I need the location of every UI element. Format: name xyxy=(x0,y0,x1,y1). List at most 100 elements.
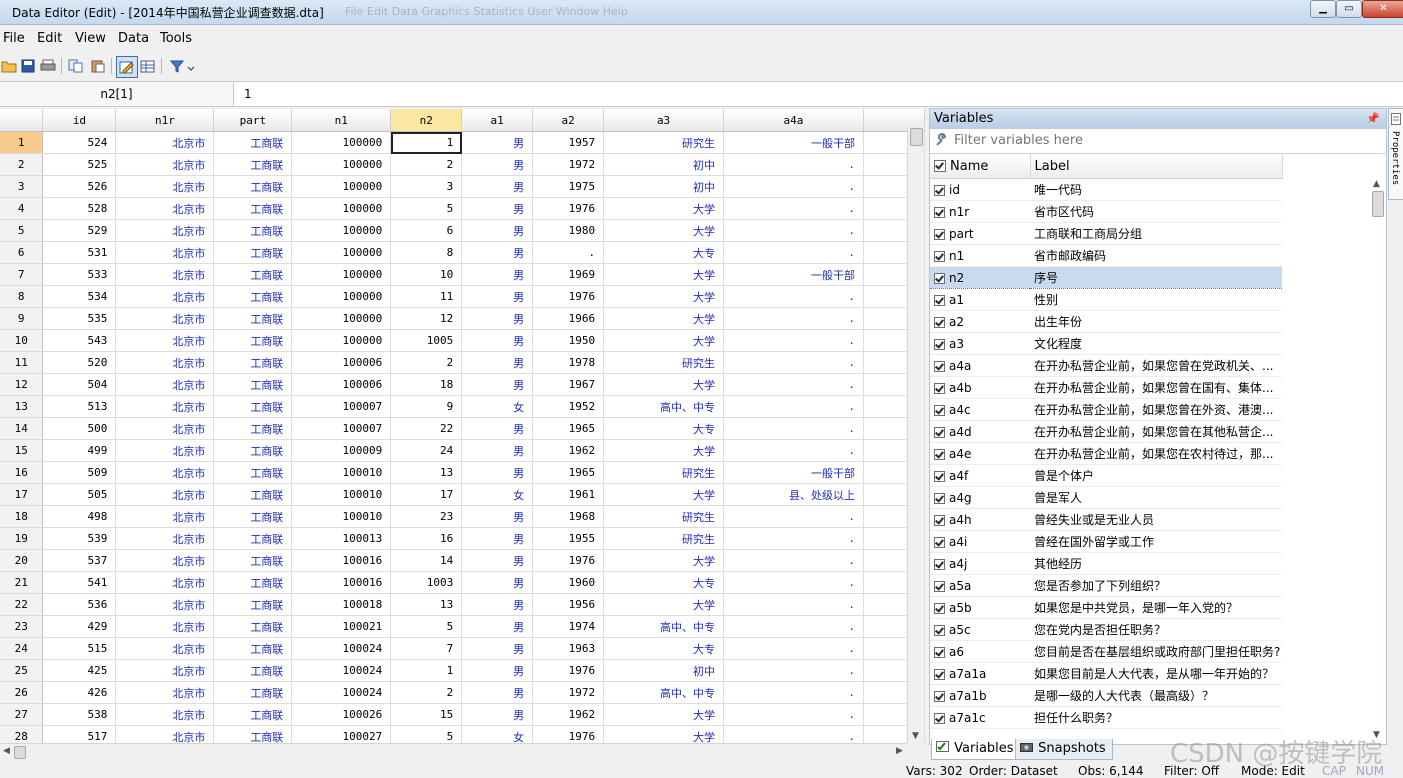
cell-id[interactable]: 536 xyxy=(42,593,117,616)
cell-n1[interactable]: 100007 xyxy=(291,417,392,440)
cell-part[interactable]: 工商联 xyxy=(213,527,293,550)
cell-n1[interactable]: 100000 xyxy=(291,241,392,264)
row-number[interactable]: 25 xyxy=(0,659,44,682)
cell-a3[interactable]: 大专 xyxy=(603,637,725,660)
variable-row[interactable]: a4h 曾经失业或是无业人员 xyxy=(930,508,1282,531)
cell-a1[interactable]: 男 xyxy=(461,197,534,220)
cell-n1r[interactable]: 北京市 xyxy=(115,153,215,176)
cell-part[interactable]: 工商联 xyxy=(213,329,293,352)
variable-row[interactable]: a4d 在开办私营企业前，如果您曾在其他私营企... xyxy=(930,420,1282,443)
cell-id[interactable]: 429 xyxy=(42,615,117,638)
cell-id[interactable]: 539 xyxy=(42,527,117,550)
column-header-id[interactable]: id xyxy=(42,109,117,132)
cell-a2[interactable]: 1972 xyxy=(532,153,605,176)
cell-a3[interactable]: 大学 xyxy=(603,219,725,242)
variable-name-cell[interactable]: a7a1c xyxy=(930,706,1030,729)
cell-n1r[interactable]: 北京市 xyxy=(115,131,215,154)
cell-a2[interactable]: 1960 xyxy=(532,571,605,594)
cell-part[interactable]: 工商联 xyxy=(213,505,293,528)
variable-row[interactable]: a4f 曾是个体户 xyxy=(930,464,1282,487)
variable-checkbox[interactable] xyxy=(934,514,945,526)
cell-n1[interactable]: 100021 xyxy=(291,615,392,638)
cell-a1[interactable]: 男 xyxy=(461,593,534,616)
cell-n2[interactable]: 8 xyxy=(390,241,463,264)
cell-a2[interactable]: 1965 xyxy=(532,461,605,484)
edit-mode-icon[interactable] xyxy=(116,56,138,78)
cell-a2[interactable]: 1961 xyxy=(532,483,605,506)
properties-tab[interactable]: Properties xyxy=(1388,108,1403,200)
cell-a3[interactable]: 研究生 xyxy=(603,131,725,154)
cell-n1r[interactable]: 北京市 xyxy=(115,417,215,440)
variable-checkbox[interactable] xyxy=(934,558,945,570)
scroll-thumb[interactable] xyxy=(14,746,26,759)
variable-row[interactable]: a4j 其他经历 xyxy=(930,552,1282,575)
cell-n1r[interactable]: 北京市 xyxy=(115,571,215,594)
variable-row[interactable]: a5b 如果您是中共党员，是哪一年入党的？ xyxy=(930,596,1282,619)
cell-a2[interactable]: 1966 xyxy=(532,307,605,330)
row-number[interactable]: 23 xyxy=(0,615,44,638)
cell-a3[interactable]: 初中 xyxy=(603,659,725,682)
cell-n2[interactable]: 16 xyxy=(390,527,463,550)
cell-a1[interactable]: 男 xyxy=(461,417,534,440)
cell-id[interactable]: 535 xyxy=(42,307,117,330)
cell-id[interactable]: 517 xyxy=(42,725,117,743)
pin-icon[interactable]: 📌 xyxy=(1366,109,1380,129)
cell-a3[interactable]: 大学 xyxy=(603,197,725,220)
cell-a4a[interactable]: . xyxy=(723,549,864,572)
cell-id[interactable]: 534 xyxy=(42,285,117,308)
cell-part[interactable]: 工商联 xyxy=(213,483,293,506)
cell-a1[interactable]: 男 xyxy=(461,329,534,352)
cell-id[interactable]: 533 xyxy=(42,263,117,286)
grid-vertical-scrollbar[interactable]: ▼ xyxy=(907,127,924,743)
cell-n1[interactable]: 100007 xyxy=(291,395,392,418)
cell-a1[interactable]: 男 xyxy=(461,263,534,286)
cell-a3[interactable]: 高中、中专 xyxy=(603,681,725,704)
cell-a1[interactable]: 男 xyxy=(461,681,534,704)
variable-name-cell[interactable]: a1 xyxy=(930,288,1030,311)
cell-n1[interactable]: 100024 xyxy=(291,681,392,704)
open-icon[interactable] xyxy=(0,57,18,75)
wrench-icon[interactable] xyxy=(934,133,948,150)
cell-a2[interactable]: 1955 xyxy=(532,527,605,550)
cell-a1[interactable]: 女 xyxy=(461,395,534,418)
cell-a1[interactable]: 男 xyxy=(461,241,534,264)
grid-horizontal-scrollbar[interactable]: ◀ ▶ xyxy=(0,743,907,760)
cell-id[interactable]: 529 xyxy=(42,219,117,242)
cell-a4a[interactable]: . xyxy=(723,417,864,440)
cell-a3[interactable]: 大学 xyxy=(603,285,725,308)
cell-part[interactable]: 工商联 xyxy=(213,153,293,176)
variable-checkbox[interactable] xyxy=(934,448,945,460)
cell-n2[interactable]: 15 xyxy=(390,703,463,726)
cell-n1r[interactable]: 北京市 xyxy=(115,439,215,462)
scroll-right-icon[interactable]: ▶ xyxy=(896,746,903,756)
cell-a2[interactable]: 1968 xyxy=(532,505,605,528)
cell-a2[interactable]: 1956 xyxy=(532,593,605,616)
cell-n1r[interactable]: 北京市 xyxy=(115,329,215,352)
cell-a4a[interactable]: . xyxy=(723,285,864,308)
cell-part[interactable]: 工商联 xyxy=(213,703,293,726)
cell-part[interactable]: 工商联 xyxy=(213,571,293,594)
variable-name-cell[interactable]: a4a xyxy=(930,354,1030,377)
cell-part[interactable]: 工商联 xyxy=(213,131,293,154)
scroll-up-icon[interactable]: ▲ xyxy=(1373,179,1380,189)
variable-checkbox[interactable] xyxy=(934,250,945,262)
cell-id[interactable]: 524 xyxy=(42,131,117,154)
cell-a4a[interactable]: . xyxy=(723,351,864,374)
cell-id[interactable]: 515 xyxy=(42,637,117,660)
cell-part[interactable]: 工商联 xyxy=(213,681,293,704)
filter-variables-input[interactable] xyxy=(952,132,1356,149)
cell-a4a[interactable]: . xyxy=(723,153,864,176)
cell-a2[interactable]: 1965 xyxy=(532,417,605,440)
row-number[interactable]: 24 xyxy=(0,637,44,660)
cell-n2[interactable]: 2 xyxy=(390,153,463,176)
variable-name-cell[interactable]: a4b xyxy=(930,376,1030,399)
cell-a4a[interactable]: . xyxy=(723,725,864,743)
variable-row[interactable]: a5a 您是否参加了下列组织？ xyxy=(930,574,1282,597)
variable-name-cell[interactable]: id xyxy=(930,178,1030,201)
cell-a2[interactable]: 1978 xyxy=(532,351,605,374)
cell-a1[interactable]: 男 xyxy=(461,439,534,462)
column-header-a2[interactable]: a2 xyxy=(532,109,605,132)
cell-id[interactable]: 505 xyxy=(42,483,117,506)
tab-variables[interactable]: Variables xyxy=(931,739,1021,760)
cell-a2[interactable]: 1975 xyxy=(532,175,605,198)
